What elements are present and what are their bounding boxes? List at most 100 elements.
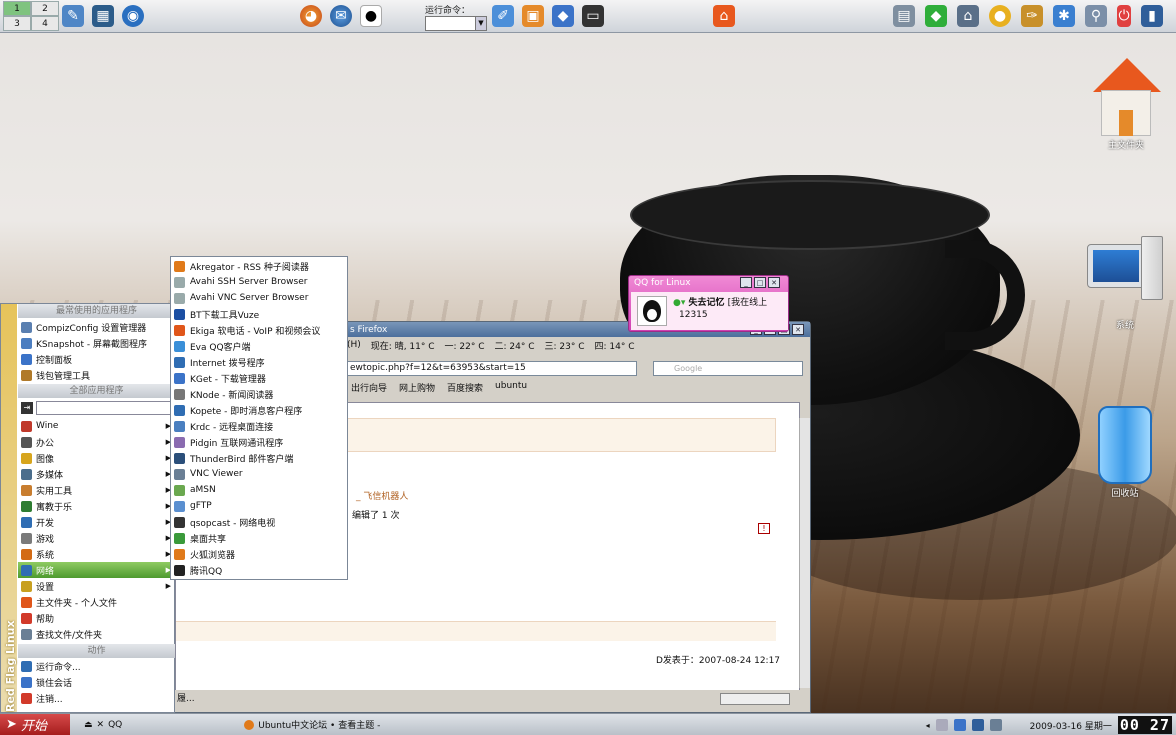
- menu-item[interactable]: VNC Viewer: [171, 466, 347, 482]
- workspace-4[interactable]: 4: [31, 16, 59, 31]
- terminal-icon[interactable]: ▭: [582, 5, 604, 27]
- bookmark-item[interactable]: 网上购物: [399, 381, 435, 394]
- taskbar-item-firefox[interactable]: Ubuntu中文论坛 • 查看主题 -: [238, 716, 386, 734]
- wrench-icon[interactable]: ✑: [1021, 5, 1043, 27]
- printer-icon[interactable]: [935, 719, 948, 731]
- menu-item-label: 图像: [36, 454, 55, 465]
- menu-item[interactable]: 钱包管理工具: [18, 367, 175, 383]
- maximize-button[interactable]: □: [754, 277, 766, 288]
- update-icon[interactable]: [989, 719, 1002, 731]
- browser-globe-icon[interactable]: ◉: [122, 5, 144, 27]
- scrollbar[interactable]: [799, 418, 810, 688]
- search-mode-icon[interactable]: ⇥: [21, 402, 33, 414]
- menu-item[interactable]: Ekiga 软电话 - VoIP 和视频会议: [171, 322, 347, 338]
- report-icon[interactable]: !: [758, 523, 770, 534]
- menu-item[interactable]: Eva QQ客户端: [171, 338, 347, 354]
- menu-item[interactable]: 多媒体 ▶: [18, 466, 175, 482]
- desktop-icon-trash[interactable]: 回收站: [1080, 398, 1170, 499]
- display-settings-icon[interactable]: ▤: [893, 5, 915, 27]
- menu-item[interactable]: gFTP: [171, 498, 347, 514]
- robot-link[interactable]: _ 飞信机器人: [356, 489, 408, 502]
- menu-item[interactable]: Kopete - 即时消息客户程序: [171, 402, 347, 418]
- menu-item[interactable]: 图像 ▶: [18, 450, 175, 466]
- bookmark-item[interactable]: 出行向导: [351, 381, 387, 394]
- menu-item[interactable]: 控制面板: [18, 351, 175, 367]
- menu-item[interactable]: ThunderBird 邮件客户端: [171, 450, 347, 466]
- volume-icon[interactable]: [953, 719, 966, 731]
- dropdown-arrow-icon[interactable]: ▼: [475, 17, 486, 30]
- menu-item[interactable]: CompizConfig 设置管理器: [18, 319, 175, 335]
- menu-item[interactable]: 主文件夹 - 个人文件: [18, 594, 175, 610]
- menu-item[interactable]: Avahi SSH Server Browser: [171, 274, 347, 290]
- qq-penguin-icon[interactable]: ●: [360, 5, 382, 27]
- menu-item[interactable]: BT下载工具Vuze: [171, 306, 347, 322]
- qq-window[interactable]: QQ for Linux _ □ ✕ ●▾ 失去记忆 [我在线上 12315: [628, 275, 789, 332]
- menu-item[interactable]: aMSN: [171, 482, 347, 498]
- menu-item[interactable]: 帮助: [18, 610, 175, 626]
- taskbar-item-qq[interactable]: ⏏ ✕ QQ: [78, 716, 128, 734]
- menu-item[interactable]: 设置 ▶: [18, 578, 175, 594]
- close-button[interactable]: ✕: [768, 277, 780, 288]
- desktop-icon-home[interactable]: 主文件夹: [1081, 58, 1171, 151]
- edit-icon[interactable]: ✎: [62, 5, 84, 27]
- url-bar[interactable]: ewtopic.php?f=12&t=63953&start=15: [347, 361, 637, 376]
- menu-item[interactable]: 开发 ▶: [18, 514, 175, 530]
- network-tray-icon[interactable]: [971, 719, 984, 731]
- menu-item[interactable]: 桌面共享: [171, 530, 347, 546]
- minimize-button[interactable]: _: [740, 277, 752, 288]
- menu-item[interactable]: Pidgin 互联网通讯程序: [171, 434, 347, 450]
- package-icon[interactable]: ◆: [552, 5, 574, 27]
- menu-item[interactable]: 查找文件/文件夹: [18, 626, 175, 642]
- image-viewer-icon[interactable]: ▦: [92, 5, 114, 27]
- menu-item[interactable]: 实用工具 ▶: [18, 482, 175, 498]
- menu-item[interactable]: 寓教于乐 ▶: [18, 498, 175, 514]
- desktop-icon-system[interactable]: 系统: [1080, 236, 1170, 331]
- home-icon[interactable]: ⌂: [713, 5, 735, 27]
- close-button[interactable]: ✕: [792, 324, 804, 335]
- menu-item[interactable]: Avahi VNC Server Browser: [171, 290, 347, 306]
- menu-item[interactable]: 系统 ▶: [18, 546, 175, 562]
- menu-item[interactable]: 办公 ▶: [18, 434, 175, 450]
- menu-item[interactable]: 游戏 ▶: [18, 530, 175, 546]
- palette-icon[interactable]: ●: [989, 5, 1011, 27]
- tools-icon[interactable]: ✐: [492, 5, 514, 27]
- menu-search-input[interactable]: [36, 401, 172, 415]
- window-manager-icon[interactable]: ▣: [522, 5, 544, 27]
- menu-item[interactable]: 网络 ▶: [18, 562, 175, 578]
- network-icon[interactable]: ⌂: [957, 5, 979, 27]
- qq-avatar[interactable]: [637, 296, 667, 326]
- workspace-2[interactable]: 2: [31, 1, 59, 16]
- start-button[interactable]: ➤ 开始: [0, 713, 70, 735]
- menu-item[interactable]: Wine ▶: [18, 418, 175, 434]
- search-input[interactable]: Google: [653, 361, 803, 376]
- logout-icon[interactable]: ⏻: [1117, 5, 1131, 27]
- tray-arrow-icon[interactable]: ◂: [926, 721, 930, 730]
- menu-item[interactable]: KGet - 下载管理器: [171, 370, 347, 386]
- menu-item[interactable]: 注销...: [18, 690, 175, 706]
- menu-item[interactable]: Krdc - 远程桌面连接: [171, 418, 347, 434]
- menu-item[interactable]: Akregator - RSS 种子阅读器: [171, 258, 347, 274]
- thunderbird-icon[interactable]: ✉: [330, 5, 352, 27]
- online-status-icon[interactable]: ●▾: [673, 298, 685, 308]
- menu-item[interactable]: KSnapshot - 屏幕截图程序: [18, 335, 175, 351]
- bookmark-item[interactable]: 百度搜索: [447, 381, 483, 394]
- search-files-icon[interactable]: ⚲: [1085, 5, 1107, 27]
- menu-item[interactable]: KNode - 新闻阅读器: [171, 386, 347, 402]
- menu-item[interactable]: 运行命令...: [18, 658, 175, 674]
- time-display[interactable]: 00 27: [1117, 716, 1172, 734]
- disk-icon[interactable]: ▮: [1141, 5, 1163, 27]
- menu-item[interactable]: qsopcast - 网络电视: [171, 514, 347, 530]
- gem-icon[interactable]: ◆: [925, 5, 947, 27]
- menu-item[interactable]: Internet 拨号程序: [171, 354, 347, 370]
- menu-item[interactable]: 锁住会话: [18, 674, 175, 690]
- workspace-pager[interactable]: 1 2 3 4: [3, 1, 59, 31]
- menu-item[interactable]: 火狐浏览器: [171, 546, 347, 562]
- app-icon: [174, 276, 185, 288]
- firefox-icon[interactable]: ◕: [300, 5, 322, 27]
- menu-item[interactable]: 腾讯QQ: [171, 562, 347, 578]
- workspace-1[interactable]: 1: [3, 1, 31, 16]
- run-command-input[interactable]: ▼: [425, 16, 487, 31]
- bookmark-item[interactable]: ubuntu: [495, 381, 527, 394]
- workspace-3[interactable]: 3: [3, 16, 31, 31]
- settings-gear-icon[interactable]: ✱: [1053, 5, 1075, 27]
